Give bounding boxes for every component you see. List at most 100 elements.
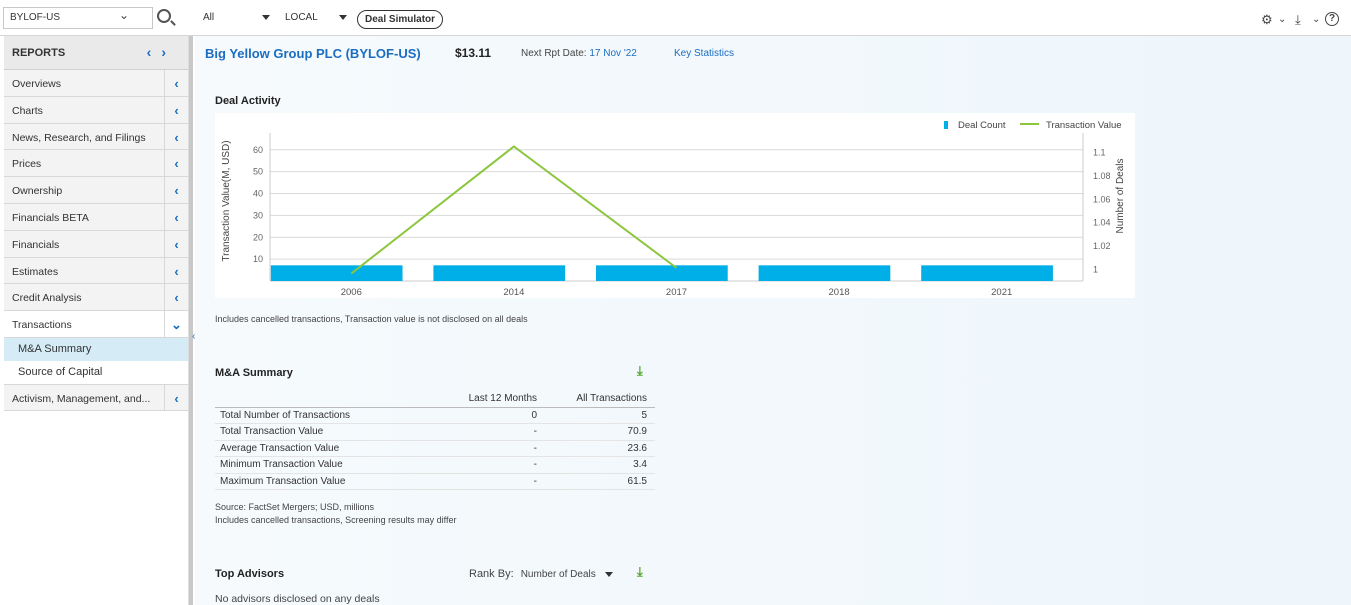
rank-by-control: Rank By: Number of Deals [469,568,613,580]
x-tick-label: 2014 [503,287,524,298]
sidebar-item-label: Financials BETA [12,211,89,224]
chevron-left-icon[interactable]: ‹ [164,284,188,311]
bug-icon[interactable]: ⚙ [1261,12,1273,28]
chevron-left-icon[interactable]: ‹ [164,123,188,150]
deal-activity-note: Includes cancelled transactions, Transac… [215,314,528,324]
sidebar-subitem-ma-summary[interactable]: M&A Summary [4,337,188,361]
sidebar-subitem-source-of-capital[interactable]: Source of Capital [4,361,188,384]
y-tick-label: 40 [253,189,263,199]
download-icon[interactable]: ⤓ [637,363,643,379]
filter-all-select[interactable]: All [203,12,214,23]
legend-swatch-deal-count [944,121,948,129]
report-date-value[interactable]: 17 Nov '22 [589,48,637,59]
deal-activity-chart: 10 20 30 40 50 60 1 1.02 1.04 1.06 1.08 1.1 2006 2014… [215,113,1135,298]
table-cell: Total Number of Transactions [215,407,425,424]
x-tick-label: 2021 [991,287,1012,298]
chevron-left-icon[interactable]: ‹ [164,70,188,96]
company-name-link[interactable]: Big Yellow Group PLC (BYLOF-US) [205,46,421,61]
table-row: Minimum Transaction Value -3.4 [215,456,655,474]
x-tick-label: 2018 [829,287,850,298]
table-cell: 70.9 [545,423,655,441]
rank-by-select[interactable]: Number of Deals [521,569,596,580]
company-header: Big Yellow Group PLC (BYLOF-US) $13.11 N… [205,46,734,62]
key-statistics-link[interactable]: Key Statistics [674,48,734,59]
sidebar-item-label: Overviews [12,78,62,90]
top-toolbar: BYLOF-US ⌄ All LOCAL Deal Simulator ⚙ ⌄ … [0,0,1351,36]
sidebar-item-activism[interactable]: Activism, Management, and... ‹ [4,383,188,411]
deal-count-bar [433,265,566,281]
chevron-left-icon[interactable]: ‹ [164,177,188,203]
dropdown-arrow-icon[interactable] [339,15,347,20]
table-cell: - [425,440,545,457]
y2-tick-label: 1.06 [1093,194,1111,204]
y2-tick-label: 1.08 [1093,171,1111,181]
sidebar-item[interactable]: Ownership ‹ [4,177,188,204]
chevron-left-icon[interactable]: ‹ [164,257,188,284]
table-row: Total Transaction Value -70.9 [215,423,655,441]
table-cell: 23.6 [545,440,655,457]
sidebar-item[interactable]: Charts ‹ [4,96,188,124]
sidebar-item-label: Activism, Management, and... [12,392,151,405]
table-cell: Minimum Transaction Value [215,456,425,474]
rank-by-label: Rank By: [469,568,514,580]
chevron-left-icon[interactable]: ‹ [164,96,188,123]
ma-source-note: Source: FactSet Mergers; USD, millions [215,502,375,512]
deal-count-bar [758,265,891,281]
y2-axis-title: Number of Deals [1115,158,1126,233]
x-tick-label: 2017 [666,287,687,298]
sidebar-item-label: Prices [12,158,42,171]
sidebar-item[interactable]: Financials BETA ‹ [4,203,188,231]
download-icon[interactable]: ⤓ [1295,12,1301,28]
sidebar-item[interactable]: Estimates ‹ [4,257,188,285]
table-cell: 3.4 [545,456,655,474]
table-row: Maximum Transaction Value -61.5 [215,473,655,490]
y2-tick-label: 1.02 [1093,241,1111,251]
main-content: Big Yellow Group PLC (BYLOF-US) $13.11 N… [195,36,1351,605]
table-cell: Maximum Transaction Value [215,473,425,490]
sidebar-item[interactable]: Overviews ‹ [4,70,188,97]
no-advisors-message: No advisors disclosed on any deals [215,593,380,605]
sidebar-item[interactable]: Credit Analysis ‹ [4,284,188,312]
help-icon[interactable]: ? [1325,12,1339,26]
deal-simulator-button[interactable]: Deal Simulator [357,10,444,29]
y2-tick-label: 1 [1093,264,1098,274]
legend-label-deal-count: Deal Count [958,120,1006,131]
chevron-left-icon[interactable]: ‹ [164,230,188,257]
top-advisors-title: Top Advisors [215,568,285,580]
chevron-down-icon[interactable]: ⌄ [164,311,188,337]
chevron-left-icon[interactable]: ‹ [164,384,188,410]
y2-tick-label: 1.1 [1093,148,1106,158]
table-cell: - [425,473,545,490]
sidebar-header: REPORTS ‹› [4,36,188,70]
sidebar-item-label: Ownership [12,185,63,198]
table-cell: 5 [545,407,655,424]
table-cell: Total Transaction Value [215,423,425,441]
sidebar-item[interactable]: Financials ‹ [4,230,188,258]
dropdown-arrow-icon[interactable] [262,15,270,20]
filter-local-select[interactable]: LOCAL [285,12,318,23]
report-date-label: Next Rpt Date: [521,48,587,59]
search-icon[interactable] [157,9,171,23]
sidebar-item[interactable]: Prices ‹ [4,150,188,178]
chevron-down-icon[interactable]: ⌄ [1278,14,1286,25]
table-row: Average Transaction Value -23.6 [215,440,655,457]
dropdown-arrow-icon[interactable] [604,571,613,577]
chart-svg: 10 20 30 40 50 60 1 1.02 1.04 1.06 1.08 1.1 2006 2014… [221,120,1126,298]
download-icon[interactable]: ⤓ [637,564,643,580]
sidebar-item-transactions[interactable]: Transactions ⌄ [4,311,188,338]
ticker-input[interactable]: BYLOF-US [3,7,153,29]
table-cell: 0 [425,407,545,424]
chevron-left-icon[interactable]: ‹ [164,150,188,177]
chevron-left-icon[interactable]: ‹ [164,203,188,230]
table-cell: Average Transaction Value [215,440,425,457]
deal-count-bar [596,265,728,281]
sidebar-item-label: Credit Analysis [12,292,82,305]
chevron-down-icon[interactable]: ⌄ [119,8,129,22]
chevron-down-icon[interactable]: ⌄ [1312,14,1320,25]
y2-tick-label: 1.04 [1093,218,1111,228]
column-header: All Transactions [545,391,655,408]
sidebar-nav-arrows[interactable]: ‹› [147,44,176,60]
sidebar-scrollbar[interactable] [189,36,193,605]
sidebar-item[interactable]: News, Research, and Filings ‹ [4,123,188,151]
table-header-row: Last 12 Months All Transactions [215,391,655,408]
